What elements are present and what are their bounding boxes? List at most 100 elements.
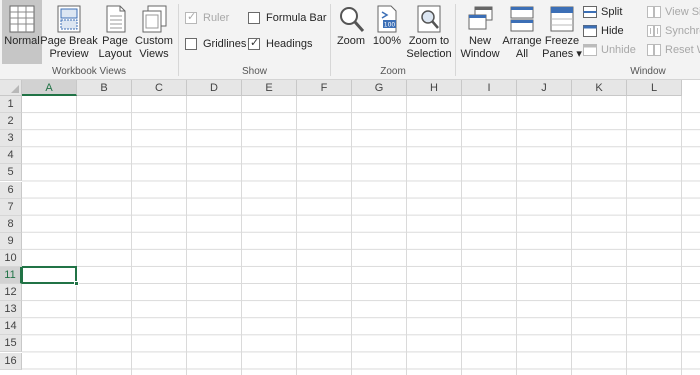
column-header-k[interactable]: K	[572, 80, 627, 96]
row-header-10[interactable]: 10	[0, 249, 22, 267]
page-layout-label-2: Layout	[98, 48, 132, 60]
new-window-button[interactable]: New Window	[459, 0, 501, 64]
new-window-label-2: Window	[460, 48, 500, 60]
reset-window-position-button[interactable]: Reset W	[647, 42, 700, 58]
checkmark-icon: ✓	[250, 37, 260, 49]
column-headers: ABCDEFGHIJKL	[22, 80, 700, 96]
arrange-all-label-1: Arrange	[502, 35, 542, 47]
custom-views-label-1: Custom	[135, 35, 173, 47]
row-header-6[interactable]: 6	[0, 181, 22, 199]
split-button[interactable]: Split	[583, 4, 622, 20]
hide-button[interactable]: Hide	[583, 23, 624, 39]
freeze-panes-icon	[547, 3, 577, 35]
arrange-all-icon	[507, 3, 537, 35]
page-break-preview-label-1: Page Break	[40, 35, 98, 47]
page-break-preview-button[interactable]: Page Break Preview	[40, 0, 98, 64]
select-all-triangle-icon	[11, 85, 19, 93]
select-all-button[interactable]	[0, 80, 22, 96]
hide-label: Hide	[601, 25, 624, 37]
ruler-label: Ruler	[203, 12, 230, 24]
synchronous-scrolling-label: Synchro	[665, 25, 700, 37]
checkmark-icon: ✓	[187, 11, 197, 23]
column-header-e[interactable]: E	[242, 80, 297, 96]
fill-handle[interactable]	[74, 281, 79, 286]
page-layout-icon	[100, 3, 130, 35]
normal-view-icon	[7, 3, 37, 35]
column-header-g[interactable]: G	[352, 80, 407, 96]
page-layout-button[interactable]: Page Layout	[97, 0, 133, 64]
normal-view-label: Normal	[4, 35, 40, 47]
formula-bar-checkbox[interactable]: Formula Bar	[248, 10, 327, 26]
row-header-15[interactable]: 15	[0, 335, 22, 353]
page-break-preview-icon	[54, 3, 84, 35]
gridlines-checkbox[interactable]: Gridlines	[185, 36, 246, 52]
row-header-5[interactable]: 5	[0, 164, 22, 182]
formula-bar-checkbox-box	[248, 12, 260, 24]
zoom-to-selection-label-2: Selection	[406, 48, 452, 60]
hide-window-icon	[583, 25, 597, 37]
row-header-16[interactable]: 16	[0, 352, 22, 370]
zoom-group-label: Zoom	[380, 66, 406, 77]
headings-checkbox-box: ✓	[248, 37, 260, 50]
headings-checkbox[interactable]: ✓ Headings	[248, 36, 312, 52]
zoom-100-icon: 100	[372, 3, 402, 35]
row-header-14[interactable]: 14	[0, 318, 22, 336]
ribbon: Normal Page Break Preview Page Layout Cu…	[0, 0, 700, 80]
active-cell-selection[interactable]	[22, 266, 79, 286]
view-side-by-side-label: View Sid	[665, 6, 700, 18]
column-header-j[interactable]: J	[517, 80, 572, 96]
zoom-to-selection-button[interactable]: Zoom to Selection	[406, 0, 452, 64]
column-header-c[interactable]: C	[132, 80, 187, 96]
row-header-12[interactable]: 12	[0, 284, 22, 302]
custom-views-icon	[139, 3, 169, 35]
magnifier-icon	[336, 3, 366, 35]
row-header-2[interactable]: 2	[0, 113, 22, 131]
column-header-b[interactable]: B	[77, 80, 132, 96]
row-headers: 1 2 3 4 5 6 7 8 9 10 11 12 13 14 15 16	[0, 96, 22, 375]
page-layout-label-1: Page	[102, 35, 128, 47]
column-header-d[interactable]: D	[187, 80, 242, 96]
new-window-label-1: New	[468, 35, 491, 47]
custom-views-button[interactable]: Custom Views	[134, 0, 174, 64]
column-header-i[interactable]: I	[462, 80, 517, 96]
side-by-side-icon	[647, 6, 661, 18]
zoom-100-button[interactable]: 100 100%	[370, 0, 404, 64]
column-header-f[interactable]: F	[297, 80, 352, 96]
freeze-panes-label-1: Freeze	[544, 35, 580, 47]
group-workbook-views: Normal Page Break Preview Page Layout Cu…	[0, 0, 178, 79]
normal-view-button[interactable]: Normal	[2, 0, 42, 64]
zoom-label: Zoom	[336, 35, 366, 47]
zoom-button[interactable]: Zoom	[334, 0, 368, 64]
workbook-views-group-label: Workbook Views	[51, 66, 127, 77]
row-header-1[interactable]: 1	[0, 96, 22, 114]
split-label: Split	[601, 6, 623, 18]
freeze-panes-button[interactable]: Freeze Panes ▾	[542, 0, 582, 64]
ruler-checkbox[interactable]: ✓ Ruler	[185, 10, 229, 26]
column-header-h[interactable]: H	[407, 80, 462, 96]
svg-text:100: 100	[384, 22, 396, 29]
row-header-13[interactable]: 13	[0, 301, 22, 319]
column-header-l[interactable]: L	[627, 80, 682, 96]
arrange-all-button[interactable]: Arrange All	[502, 0, 542, 64]
row-header-7[interactable]: 7	[0, 198, 22, 216]
unhide-window-icon	[583, 44, 597, 56]
freeze-panes-label-2: Panes ▾	[542, 48, 582, 60]
row-header-4[interactable]: 4	[0, 147, 22, 165]
show-group-label: Show	[241, 66, 267, 77]
gridlines-label: Gridlines	[203, 38, 247, 50]
row-header-8[interactable]: 8	[0, 215, 22, 233]
view-side-by-side-button[interactable]: View Sid	[647, 4, 700, 20]
column-header-a[interactable]: A	[22, 80, 77, 96]
synchronous-scrolling-button[interactable]: Synchro	[647, 23, 700, 39]
group-show: ✓ Ruler Formula Bar Gridlines ✓ Headings…	[179, 0, 330, 79]
synchronous-scrolling-icon	[647, 25, 661, 37]
page-break-preview-label-2: Preview	[49, 48, 89, 60]
unhide-label: Unhide	[601, 44, 636, 56]
row-header-11[interactable]: 11	[0, 267, 22, 285]
group-window: New Window Arrange All Freeze Panes ▾ Sp…	[456, 0, 700, 79]
row-header-9[interactable]: 9	[0, 232, 22, 250]
cell-area[interactable]	[22, 96, 700, 375]
gridlines-checkbox-box	[185, 38, 197, 50]
row-header-3[interactable]: 3	[0, 130, 22, 148]
unhide-button[interactable]: Unhide	[583, 42, 636, 58]
